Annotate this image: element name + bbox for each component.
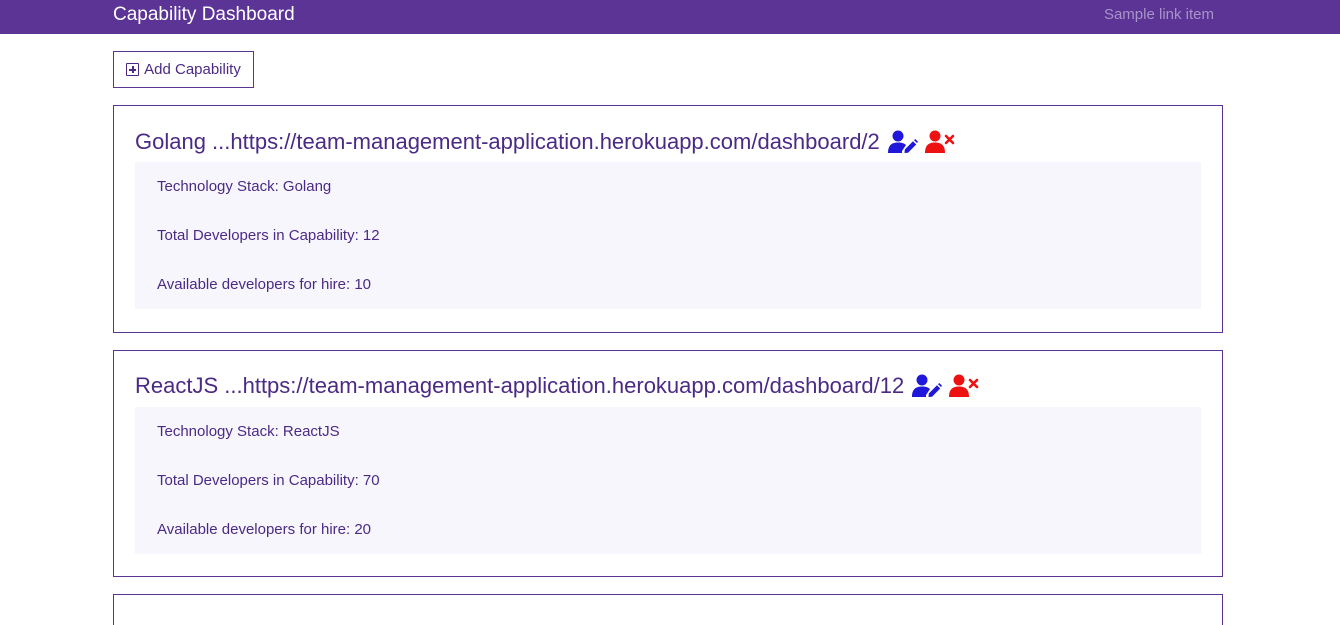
card-body: Technology Stack: ReactJS Total Develope… — [135, 407, 1201, 554]
card-title-link[interactable]: Golang ...https://team-management-applic… — [135, 128, 880, 156]
edit-user-icon[interactable] — [887, 130, 918, 154]
card-body: Technology Stack: Golang Total Developer… — [135, 162, 1201, 309]
total-developers-text: Total Developers in Capability: 12 — [157, 227, 380, 244]
capability-card: Golang ...https://team-management-applic… — [113, 105, 1223, 333]
navbar-brand[interactable]: Capability Dashboard — [113, 5, 295, 25]
edit-user-icon[interactable] — [912, 374, 943, 398]
add-capability-label: Add Capability — [144, 61, 241, 78]
card-title-link[interactable]: ReactJS ...https://team-management-appli… — [135, 372, 904, 400]
navbar: Capability Dashboard Sample link item — [0, 0, 1340, 34]
remove-user-icon[interactable] — [924, 130, 955, 154]
card-title: ReactJS ...https://team-management-appli… — [135, 372, 986, 400]
tech-stack-text: Technology Stack: ReactJS — [157, 423, 340, 440]
remove-user-icon[interactable] — [949, 374, 979, 398]
capability-card — [113, 594, 1223, 625]
plus-square-icon — [126, 63, 140, 76]
capability-card: ReactJS ...https://team-management-appli… — [113, 350, 1223, 577]
add-capability-button[interactable]: Add Capability — [113, 51, 254, 88]
nav-link-sample[interactable]: Sample link item — [1104, 7, 1214, 23]
total-developers-text: Total Developers in Capability: 70 — [157, 472, 380, 489]
available-developers-text: Available developers for hire: 20 — [157, 521, 372, 538]
tech-stack-text: Technology Stack: Golang — [157, 178, 332, 195]
card-title: Golang ...https://team-management-applic… — [135, 128, 962, 156]
available-developers-text: Available developers for hire: 10 — [157, 276, 372, 293]
